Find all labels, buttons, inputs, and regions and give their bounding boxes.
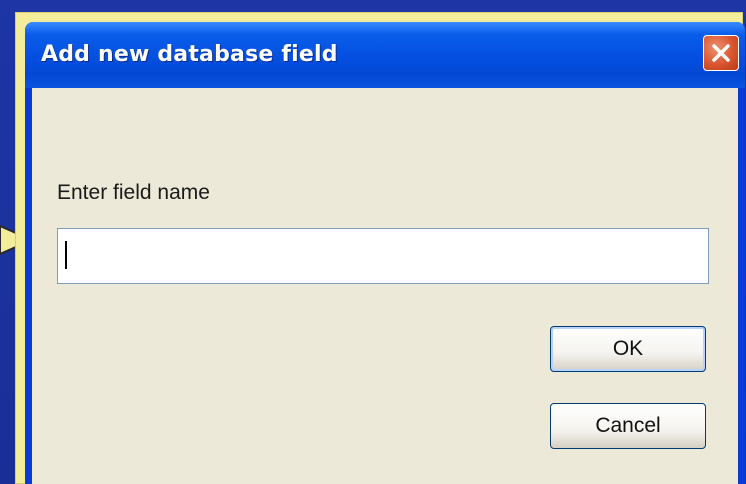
add-field-dialog: Add new database field Enter field name … [25,22,745,484]
close-button[interactable] [703,35,739,71]
cancel-button[interactable]: Cancel [550,403,706,449]
dialog-body: Enter field name OK Cancel [32,88,738,484]
ok-button[interactable]: OK [550,326,706,372]
field-name-label: Enter field name [57,181,210,204]
close-icon [712,44,730,62]
title-bar[interactable]: Add new database field [25,22,745,88]
dialog-title: Add new database field [41,42,338,67]
text-caret [65,241,67,269]
field-name-input[interactable] [58,229,708,283]
field-name-input-box[interactable] [57,228,709,284]
